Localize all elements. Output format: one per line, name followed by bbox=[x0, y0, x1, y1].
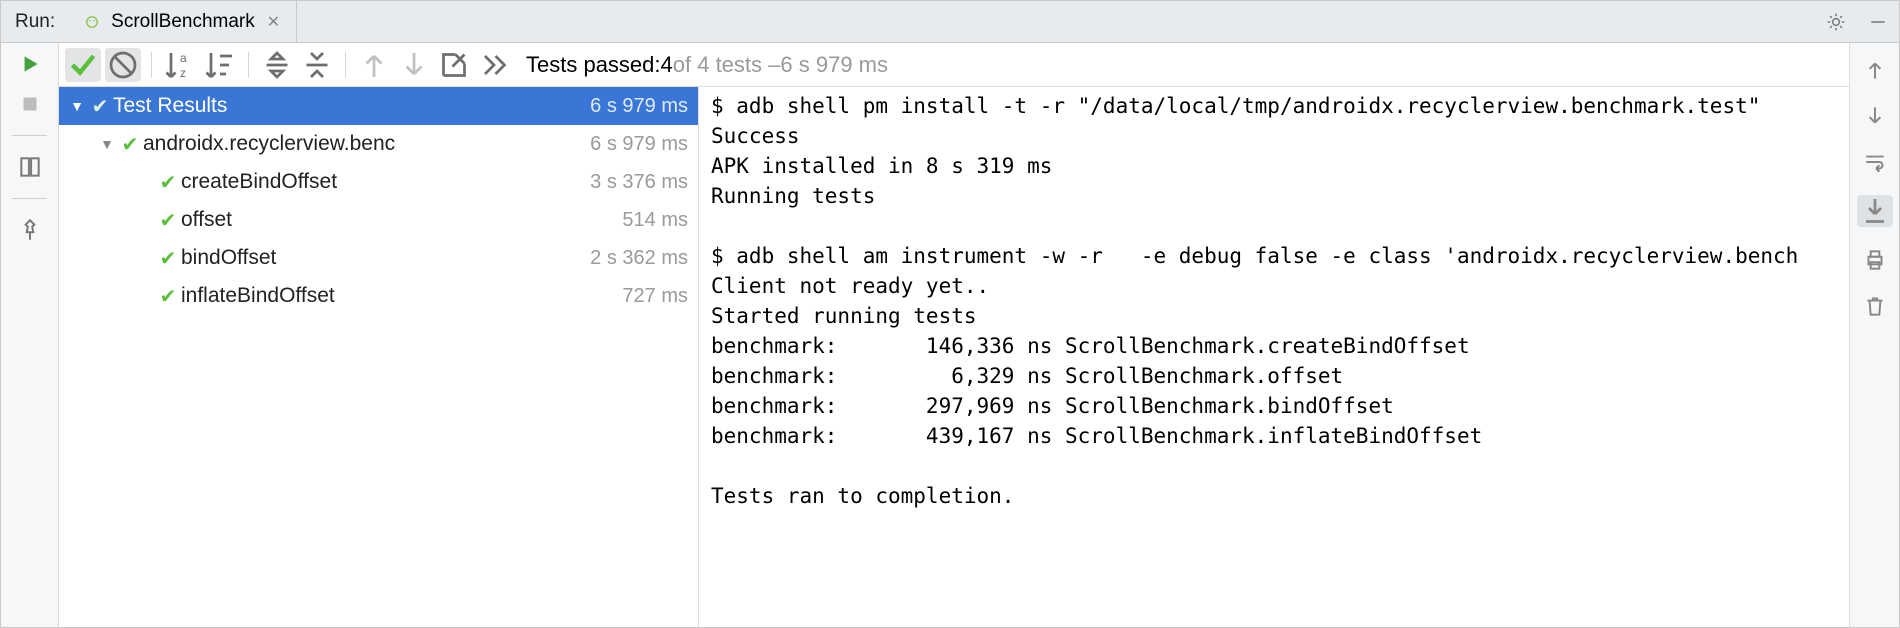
tree-root[interactable]: ▼ ✔ Test Results 6 s 979 ms bbox=[59, 87, 698, 125]
check-icon: ✔ bbox=[155, 208, 181, 233]
tree-package-time: 6 s 979 ms bbox=[582, 133, 688, 156]
tree-test[interactable]: ✔ offset 514 ms bbox=[59, 201, 698, 239]
arrow-down-icon bbox=[396, 47, 432, 83]
stop-icon bbox=[17, 91, 43, 117]
test-tree[interactable]: ▼ ✔ Test Results 6 s 979 ms ▼ ✔ androidx… bbox=[59, 87, 699, 627]
right-gutter bbox=[1849, 43, 1899, 627]
chevron-double-right-icon bbox=[476, 47, 512, 83]
status-elapsed: 6 s 979 ms bbox=[780, 52, 888, 78]
sort-alpha-button[interactable]: az bbox=[162, 48, 198, 82]
scroll-down-button[interactable] bbox=[1862, 103, 1888, 129]
check-icon bbox=[65, 47, 101, 83]
tree-test-time: 3 s 376 ms bbox=[582, 171, 688, 194]
check-icon: ✔ bbox=[155, 170, 181, 195]
trash-icon bbox=[1862, 293, 1888, 319]
tree-package-label: androidx.recyclerview.benc bbox=[143, 132, 582, 156]
soft-wrap-button[interactable] bbox=[1862, 149, 1888, 175]
tree-root-label: Test Results bbox=[113, 94, 582, 118]
sort-alpha-icon: az bbox=[162, 47, 198, 83]
collapse-icon bbox=[299, 47, 335, 83]
minimize-icon bbox=[1868, 12, 1888, 32]
check-icon: ✔ bbox=[117, 132, 143, 157]
run-tab-title: ScrollBenchmark bbox=[111, 11, 255, 33]
test-toolbar: az bbox=[59, 43, 1849, 87]
tree-test[interactable]: ✔ inflateBindOffset 727 ms bbox=[59, 277, 698, 315]
tree-test-time: 727 ms bbox=[614, 285, 688, 308]
no-entry-icon bbox=[105, 47, 141, 83]
scroll-to-end-button[interactable] bbox=[1857, 195, 1893, 227]
next-failed-button[interactable] bbox=[396, 48, 432, 82]
check-icon: ✔ bbox=[87, 94, 113, 119]
run-header: Run: ScrollBenchmark ✕ bbox=[1, 1, 1899, 43]
clear-button[interactable] bbox=[1862, 293, 1888, 319]
tree-test-label: inflateBindOffset bbox=[181, 284, 614, 308]
android-run-icon bbox=[83, 13, 101, 31]
status-mid: of 4 tests – bbox=[673, 52, 781, 78]
chevron-down-icon[interactable]: ▼ bbox=[67, 98, 87, 114]
more-button[interactable] bbox=[476, 48, 512, 82]
settings-button[interactable] bbox=[1815, 1, 1857, 42]
tree-test-label: createBindOffset bbox=[181, 170, 582, 194]
tree-root-time: 6 s 979 ms bbox=[582, 95, 688, 118]
check-icon: ✔ bbox=[155, 246, 181, 271]
svg-text:z: z bbox=[180, 66, 186, 80]
tree-test-label: bindOffset bbox=[181, 246, 582, 270]
gear-icon bbox=[1826, 12, 1846, 32]
tree-test-time: 2 s 362 ms bbox=[582, 247, 688, 270]
stop-button[interactable] bbox=[17, 91, 43, 117]
run-tab[interactable]: ScrollBenchmark ✕ bbox=[69, 1, 297, 42]
show-passed-button[interactable] bbox=[65, 48, 101, 82]
sort-duration-icon bbox=[202, 47, 238, 83]
printer-icon bbox=[1862, 247, 1888, 273]
play-icon bbox=[17, 51, 43, 77]
chevron-down-icon[interactable]: ▼ bbox=[97, 136, 117, 152]
layout-icon bbox=[17, 154, 43, 180]
svg-text:a: a bbox=[180, 51, 187, 65]
scroll-to-end-icon bbox=[1857, 193, 1893, 229]
tree-test[interactable]: ✔ createBindOffset 3 s 376 ms bbox=[59, 163, 698, 201]
check-icon: ✔ bbox=[155, 284, 181, 309]
arrow-up-icon bbox=[1862, 57, 1888, 83]
layout-button[interactable] bbox=[17, 154, 43, 180]
tree-test-label: offset bbox=[181, 208, 614, 232]
scroll-up-button[interactable] bbox=[1862, 57, 1888, 83]
status-prefix: Tests passed: bbox=[526, 52, 661, 78]
console-output[interactable]: $ adb shell pm install -t -r "/data/loca… bbox=[699, 87, 1849, 627]
arrow-down-icon bbox=[1862, 103, 1888, 129]
print-button[interactable] bbox=[1862, 247, 1888, 273]
prev-failed-button[interactable] bbox=[356, 48, 392, 82]
tree-package[interactable]: ▼ ✔ androidx.recyclerview.benc 6 s 979 m… bbox=[59, 125, 698, 163]
export-button[interactable] bbox=[436, 48, 472, 82]
sort-duration-button[interactable] bbox=[202, 48, 238, 82]
arrow-up-icon bbox=[356, 47, 392, 83]
close-icon[interactable]: ✕ bbox=[265, 12, 282, 32]
expand-icon bbox=[259, 47, 295, 83]
run-label: Run: bbox=[1, 1, 69, 42]
status-passed-count: 4 bbox=[661, 52, 673, 78]
collapse-all-button[interactable] bbox=[299, 48, 335, 82]
show-ignored-button[interactable] bbox=[105, 48, 141, 82]
tree-test-time: 514 ms bbox=[614, 209, 688, 232]
hide-button[interactable] bbox=[1857, 1, 1899, 42]
test-status: Tests passed: 4 of 4 tests – 6 s 979 ms bbox=[526, 52, 888, 78]
left-gutter bbox=[1, 43, 59, 627]
wrap-icon bbox=[1862, 149, 1888, 175]
export-icon bbox=[436, 47, 472, 83]
pin-button[interactable] bbox=[17, 217, 43, 243]
pin-icon bbox=[17, 217, 43, 243]
rerun-button[interactable] bbox=[17, 51, 43, 77]
tree-test[interactable]: ✔ bindOffset 2 s 362 ms bbox=[59, 239, 698, 277]
expand-all-button[interactable] bbox=[259, 48, 295, 82]
